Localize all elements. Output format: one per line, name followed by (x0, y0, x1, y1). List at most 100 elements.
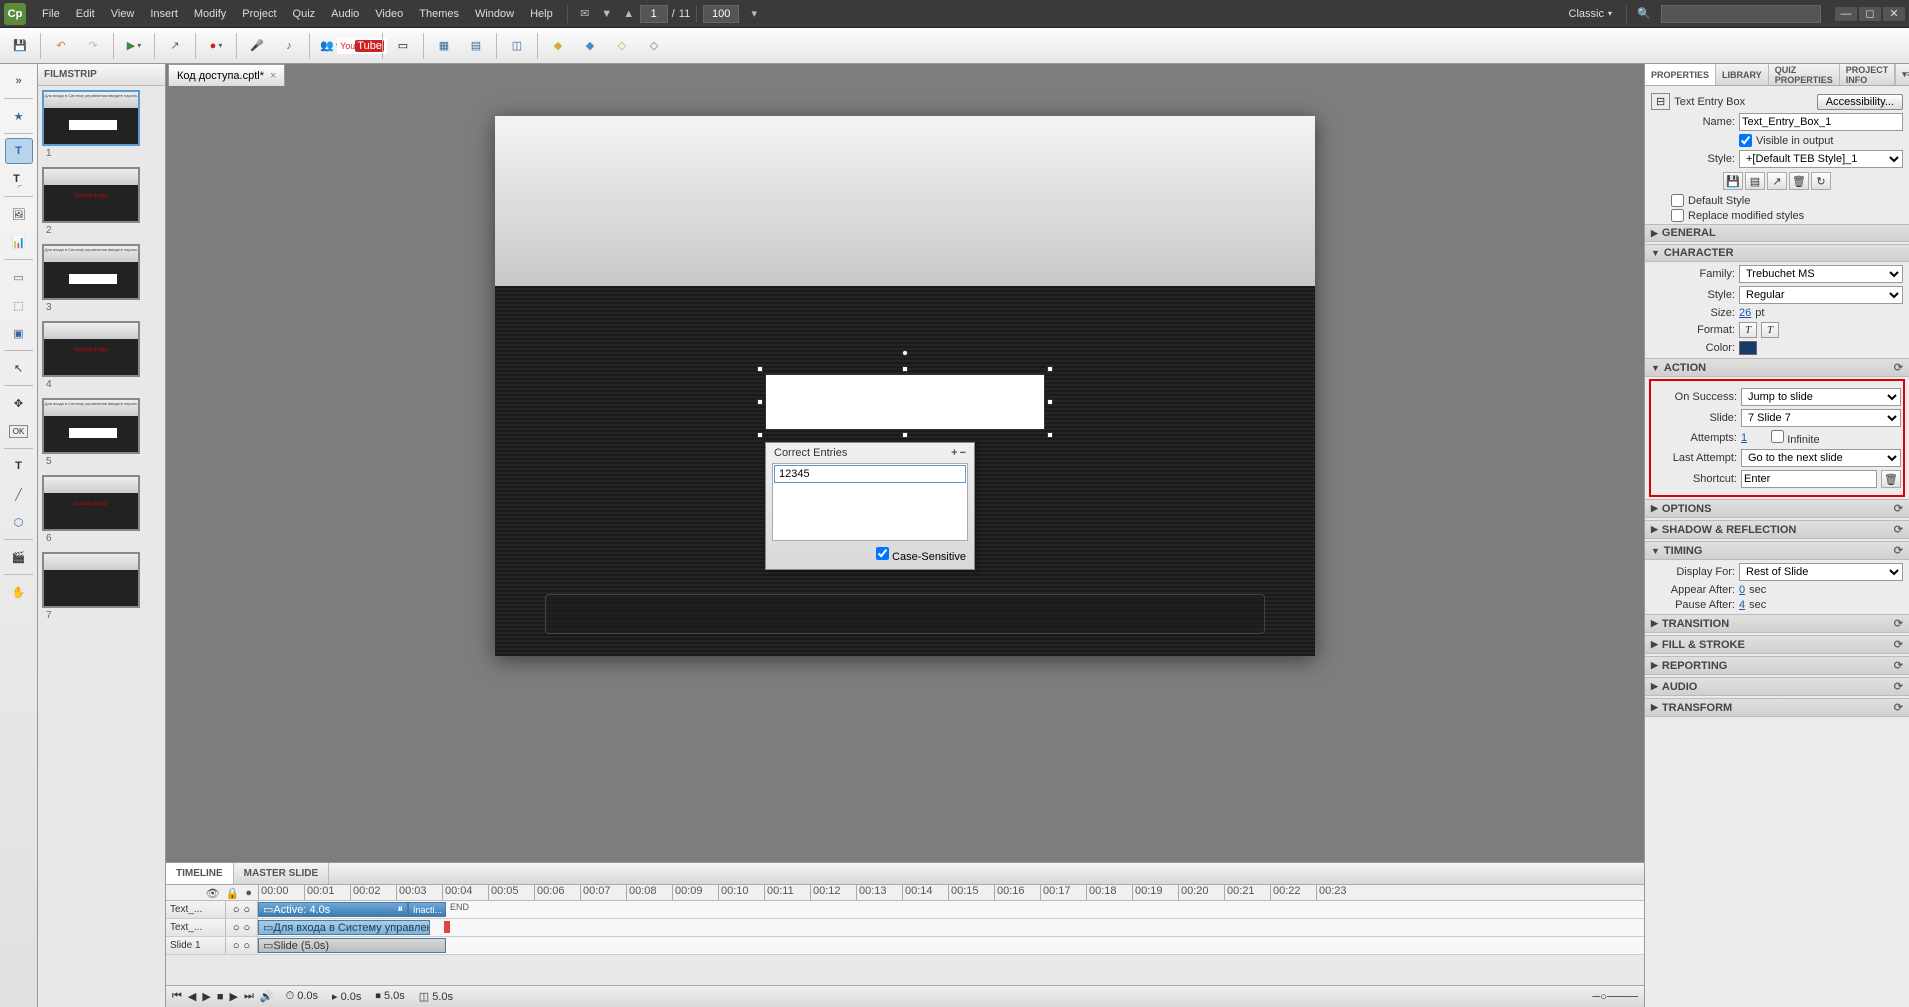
infinite-checkbox[interactable] (1771, 430, 1784, 443)
tool-highlight[interactable]: ▭ (5, 264, 33, 290)
correct-entries-list[interactable]: 12345 (772, 463, 968, 541)
tool-button[interactable]: OK (5, 418, 33, 444)
tool-pointer[interactable]: ↖ (5, 355, 33, 381)
tool-shapes[interactable]: ⬡ (5, 509, 33, 535)
tl-play-button[interactable]: ▶ (202, 990, 210, 1003)
tool-text-caption[interactable]: T (5, 138, 33, 164)
table2-button[interactable]: ▤ (462, 32, 490, 60)
tool-expand[interactable]: » (5, 68, 33, 94)
section-fillstroke[interactable]: ▶FILL & STROKE⟳ (1645, 635, 1909, 654)
stage-scroll[interactable]: Для входа в Систему управления введите п… (166, 86, 1644, 847)
tab-master-slide[interactable]: MASTER SLIDE (234, 863, 329, 884)
tool-rollover[interactable]: ▣ (5, 320, 33, 346)
redo-button[interactable]: ↷ (79, 32, 107, 60)
style-delete-button[interactable]: 🗑 (1789, 172, 1809, 190)
attempts-value[interactable]: 1 (1741, 432, 1747, 444)
tab-timeline[interactable]: TIMELINE (166, 863, 234, 884)
tool-video[interactable]: 🎬 (5, 544, 33, 570)
tool-hand[interactable]: ✋ (5, 579, 33, 605)
preview-button[interactable]: ▶ (120, 32, 148, 60)
menu-edit[interactable]: Edit (68, 8, 103, 20)
filmstrip-thumb[interactable]: Для входа в Систему управления введите п… (42, 398, 161, 467)
layer1-button[interactable]: ◆ (544, 32, 572, 60)
shortcut-input[interactable] (1741, 470, 1877, 488)
visible-checkbox[interactable] (1739, 134, 1752, 147)
youtube-button[interactable]: YouTube (348, 32, 376, 60)
font-family-select[interactable]: Trebuchet MS (1739, 265, 1903, 283)
section-transform[interactable]: ▶TRANSFORM⟳ (1645, 698, 1909, 717)
lastattempt-select[interactable]: Go to the next slide (1741, 449, 1901, 467)
record-button[interactable]: ● (202, 32, 230, 60)
timeline-row-caption[interactable]: Text_...○○ ▭ Для входа в Систему управле… (166, 919, 1644, 937)
filmstrip-thumb[interactable]: Ошибка входа!4 (42, 321, 161, 390)
section-shadow[interactable]: ▶SHADOW & REFLECTION⟳ (1645, 520, 1909, 539)
case-sensitive-checkbox[interactable]: Case-Sensitive (876, 551, 966, 563)
tool-image[interactable]: 🖼 (5, 201, 33, 227)
tabs-more[interactable]: ▾≡ (1895, 64, 1909, 85)
undo-button[interactable]: ↶ (47, 32, 75, 60)
displayfor-select[interactable]: Rest of Slide (1739, 563, 1903, 581)
layer2-button[interactable]: ◆ (576, 32, 604, 60)
pause-value[interactable]: 4 (1739, 599, 1745, 611)
slide-select[interactable]: 7 Slide 7 (1741, 409, 1901, 427)
layer4-button[interactable]: ◇ (640, 32, 668, 60)
document-tab-close[interactable]: × (270, 70, 276, 82)
tool-text2[interactable]: T (5, 453, 33, 479)
style-save-button[interactable]: 💾 (1723, 172, 1743, 190)
section-reporting[interactable]: ▶REPORTING⟳ (1645, 656, 1909, 675)
workspace-selector[interactable]: Classic▾ (1561, 8, 1620, 20)
menu-help[interactable]: Help (522, 8, 561, 20)
publish-button[interactable]: ↗ (161, 32, 189, 60)
section-character[interactable]: ▼CHARACTER (1645, 244, 1909, 262)
zoom-input[interactable] (703, 5, 739, 23)
font-style-select[interactable]: Regular (1739, 286, 1903, 304)
tab-properties[interactable]: PROPERTIES (1645, 64, 1716, 85)
tool-star[interactable]: ★ (5, 103, 33, 129)
menu-insert[interactable]: Insert (142, 8, 186, 20)
tool-line[interactable]: ╱ (5, 481, 33, 507)
section-refresh-icon[interactable]: ⟳ (1894, 361, 1903, 374)
section-options[interactable]: ▶OPTIONS⟳ (1645, 499, 1909, 518)
tl-prev-button[interactable]: ◀ (188, 990, 196, 1003)
onsuccess-select[interactable]: Jump to slide (1741, 388, 1901, 406)
menu-project[interactable]: Project (234, 8, 284, 20)
layer3-button[interactable]: ◇ (608, 32, 636, 60)
minimize-button[interactable]: — (1835, 7, 1857, 21)
add-entry-button[interactable]: + (951, 447, 957, 459)
section-timing[interactable]: ▼TIMING⟳ (1645, 541, 1909, 560)
search-input[interactable] (1661, 5, 1821, 23)
tool-click[interactable]: ⬚ (5, 292, 33, 318)
font-size-value[interactable]: 26 (1739, 307, 1751, 319)
section-audio[interactable]: ▶AUDIO⟳ (1645, 677, 1909, 696)
document-tab[interactable]: Код доступа.cptl* × (168, 64, 285, 86)
tool-text-entry[interactable]: T⌐ (5, 166, 33, 192)
zoom-dropdown-icon[interactable]: ▾ (746, 6, 762, 22)
eye-icon[interactable]: 👁 (206, 887, 220, 900)
menu-file[interactable]: File (34, 8, 68, 20)
correct-entry-row[interactable]: 12345 (774, 465, 966, 483)
lock-icon[interactable]: 🔒 (226, 887, 240, 900)
menu-video[interactable]: Video (367, 8, 411, 20)
section-general[interactable]: ▶GENERAL (1645, 224, 1909, 242)
style-new-button[interactable]: ▤ (1745, 172, 1765, 190)
maximize-button[interactable]: ◻ (1859, 7, 1881, 21)
timeline-row-slide[interactable]: Slide 1○○ ▭ Slide (5.0s) (166, 937, 1644, 955)
filmstrip-thumb[interactable]: 7 (42, 552, 161, 621)
page-current-input[interactable] (640, 5, 668, 23)
filmstrip-thumb[interactable]: Ошибка входа!2 (42, 167, 161, 236)
filmstrip-thumb[interactable]: Для входа в Систему управления введите п… (42, 90, 161, 159)
up-arrow-icon[interactable]: ▲ (621, 6, 637, 22)
filmstrip-thumb[interactable]: Для входа в Систему управления введите п… (42, 244, 161, 313)
menu-themes[interactable]: Themes (411, 8, 467, 20)
replace-modified-checkbox[interactable] (1671, 209, 1684, 222)
tab-project-info[interactable]: PROJECT INFO (1840, 64, 1896, 85)
tl-first-button[interactable]: ⏮ (172, 990, 182, 1003)
timeline-row-teb[interactable]: Text_...○○ ▭ Active: 4.0s ⏸Inacti...END (166, 901, 1644, 919)
mail-icon[interactable]: ✉ (577, 6, 593, 22)
table-button[interactable]: ▦ (430, 32, 458, 60)
filmstrip-thumb[interactable]: Ошибка входа!6 (42, 475, 161, 544)
music-button[interactable]: ♪ (275, 32, 303, 60)
tool-cursor[interactable]: ✥ (5, 390, 33, 416)
menu-quiz[interactable]: Quiz (285, 8, 324, 20)
close-button[interactable]: ✕ (1883, 7, 1905, 21)
